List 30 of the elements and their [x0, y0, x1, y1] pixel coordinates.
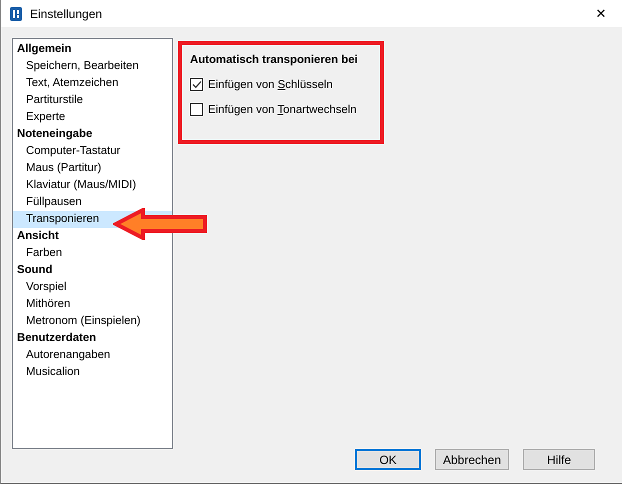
checkbox[interactable]	[190, 78, 203, 91]
tree-item[interactable]: Klaviatur (Maus/MIDI)	[13, 177, 172, 194]
tree-category[interactable]: Ansicht	[17, 228, 59, 245]
app-icon	[10, 6, 22, 20]
tree-item[interactable]: Partiturstile	[13, 92, 172, 109]
checkbox-label[interactable]: Einfügen von Schlüsseln	[208, 78, 333, 90]
tree-item[interactable]: Computer-Tastatur	[13, 143, 172, 160]
tree-item[interactable]: Musicalion	[13, 364, 172, 381]
tree-item[interactable]: Vorspiel	[13, 279, 172, 296]
tree-item[interactable]: Autorenangaben	[13, 347, 172, 364]
checkbox-label[interactable]: Einfügen von Tonartwechseln	[208, 104, 357, 116]
dialog-button[interactable]: OK	[355, 449, 421, 470]
tree-item[interactable]: Speichern, Bearbeiten	[13, 58, 172, 75]
tree-item[interactable]: Text, Atemzeichen	[13, 75, 172, 92]
tree-category[interactable]: Allgemein	[17, 41, 72, 58]
dialog-button[interactable]: Hilfe	[523, 449, 595, 470]
tree-item[interactable]: Metronom (Einspielen)	[13, 313, 172, 330]
checkbox[interactable]	[190, 103, 203, 116]
tree-category[interactable]: Sound	[17, 262, 52, 279]
window-title: Einstellungen	[30, 6, 102, 20]
tree-category[interactable]: Benutzerdaten	[17, 330, 96, 347]
dialog-button[interactable]: Abbrechen	[435, 449, 509, 470]
tree-category[interactable]: Noteneingabe	[17, 126, 92, 143]
tree-item[interactable]: Farben	[13, 245, 172, 262]
tree-item[interactable]: Füllpausen	[13, 194, 172, 211]
group-title: Automatisch transponieren bei	[190, 54, 359, 66]
tree-item[interactable]: Experte	[13, 109, 172, 126]
close-button[interactable]: ✕	[586, 6, 616, 21]
tree-item[interactable]: Maus (Partitur)	[13, 160, 172, 177]
tree-item[interactable]: Mithören	[13, 296, 172, 313]
